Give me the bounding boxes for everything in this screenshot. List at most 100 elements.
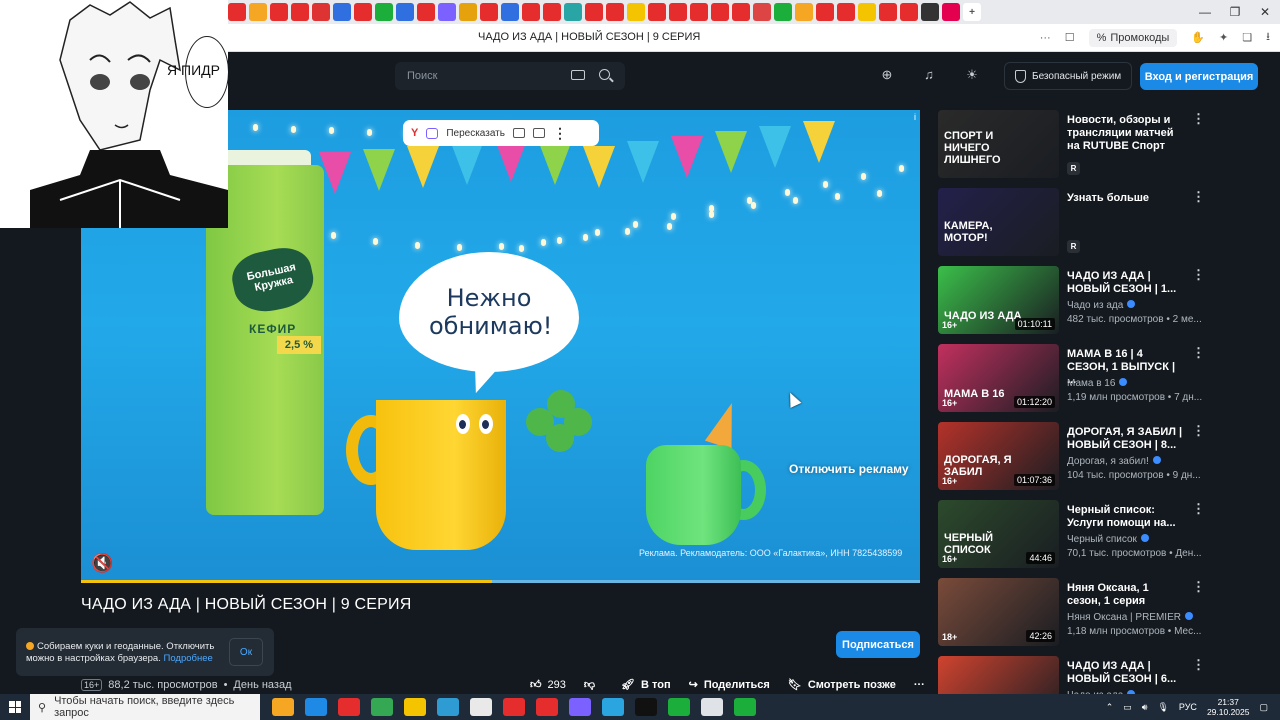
- browser-tab-icon[interactable]: [711, 3, 729, 21]
- browser-tab-icon[interactable]: [900, 3, 918, 21]
- browser-tab-icon[interactable]: [396, 3, 414, 21]
- cookie-ok-button[interactable]: Ок: [229, 638, 263, 666]
- dislike-ext-icon[interactable]: ✋: [1191, 31, 1205, 44]
- recommendation-card[interactable]: ЧАДО ИЗ АДА 16+ 01:10:11 ЧАДО ИЗ АДА | Н…: [938, 266, 1208, 336]
- new-tab-icon[interactable]: +: [963, 3, 981, 21]
- start-button[interactable]: [0, 694, 30, 720]
- taskbar-app-icon[interactable]: [734, 698, 756, 716]
- recommendation-card[interactable]: ЧЕРНЫЙ СПИСОК 16+ 44:46 Черный список: У…: [938, 500, 1208, 570]
- safe-mode-toggle[interactable]: Безопасный режим: [1004, 62, 1133, 90]
- more-icon[interactable]: ···: [1040, 32, 1051, 44]
- taskbar-app-icon[interactable]: [437, 698, 459, 716]
- browser-tab-icon[interactable]: [459, 3, 477, 21]
- extension-icon[interactable]: ✦: [1219, 31, 1228, 44]
- more-vertical-icon[interactable]: ⋮: [1192, 346, 1205, 359]
- recommendation-title[interactable]: Няня Оксана, 1 сезон, 1 серия: [1067, 582, 1185, 608]
- browser-tab-icon[interactable]: [774, 3, 792, 21]
- like-button[interactable]: 👍︎ 293: [530, 678, 566, 692]
- recommendation-card[interactable]: КАМЕРА, МОТОР! Узнать больше R ⋮: [938, 188, 1208, 258]
- taskbar-app-icon[interactable]: [569, 698, 591, 716]
- maximize-icon[interactable]: ❐: [1220, 0, 1250, 24]
- promo-button[interactable]: % Промокоды: [1088, 28, 1178, 47]
- browser-tab-icon[interactable]: [858, 3, 876, 21]
- taskbar-app-icon[interactable]: [272, 698, 294, 716]
- browser-tab-icon[interactable]: [879, 3, 897, 21]
- browser-tab-icon[interactable]: [564, 3, 582, 21]
- more-vertical-icon[interactable]: ⋮: [1192, 268, 1205, 281]
- taskbar-app-icon[interactable]: [503, 698, 525, 716]
- browser-tab-icon[interactable]: [312, 3, 330, 21]
- browser-tab-icon[interactable]: [942, 3, 960, 21]
- browser-tab-icon[interactable]: [585, 3, 603, 21]
- video-thumbnail[interactable]: ЧЕРНЫЙ СПИСОК 16+ 44:46: [938, 500, 1059, 568]
- subtitles-icon[interactable]: [512, 128, 525, 138]
- cookie-more-link[interactable]: Подробнее: [164, 653, 213, 664]
- language-indicator[interactable]: РУС: [1179, 702, 1197, 712]
- retell-button[interactable]: Пересказать: [446, 128, 505, 139]
- recommendation-card[interactable]: МАМА В 16 16+ 01:12:20 МАМА В 16 | 4 СЕЗ…: [938, 344, 1208, 414]
- search-input[interactable]: Поиск: [395, 62, 625, 90]
- subscribe-button[interactable]: Подписаться: [836, 631, 920, 658]
- taskbar-app-icon[interactable]: [635, 698, 657, 716]
- browser-tab-icon[interactable]: [690, 3, 708, 21]
- recommendation-title[interactable]: ЧАДО ИЗ АДА | НОВЫЙ СЕЗОН | 6...: [1067, 660, 1185, 686]
- more-vertical-icon[interactable]: ⋮: [553, 126, 567, 140]
- recommendation-channel[interactable]: Чадо из ада: [1067, 300, 1136, 311]
- browser-tab-icon[interactable]: [837, 3, 855, 21]
- browser-tab-icon[interactable]: [438, 3, 456, 21]
- minimize-icon[interactable]: —: [1190, 0, 1220, 24]
- browser-tab-icon[interactable]: [627, 3, 645, 21]
- share-button[interactable]: ↪ Поделиться: [689, 678, 770, 692]
- upload-icon[interactable]: ⊕: [880, 68, 894, 82]
- video-thumbnail[interactable]: 18+ 42:26: [938, 578, 1059, 646]
- taskbar-app-icon[interactable]: [536, 698, 558, 716]
- browser-tab-icon[interactable]: [333, 3, 351, 21]
- more-vertical-icon[interactable]: ⋮: [1192, 424, 1205, 437]
- recommendation-card[interactable]: 18+ 42:26 Няня Оксана, 1 сезон, 1 серия …: [938, 578, 1208, 648]
- volume-icon[interactable]: 🔊︎: [1142, 702, 1148, 713]
- browser-tab-icon[interactable]: [921, 3, 939, 21]
- recommendation-channel[interactable]: Няня Оксана | PREMIER: [1067, 612, 1193, 623]
- bookmark-icon[interactable]: ☐: [1065, 31, 1075, 44]
- video-thumbnail[interactable]: ДОРОГАЯ, Я ЗАБИЛ 16+ 01:07:36: [938, 422, 1059, 490]
- browser-tab-icon[interactable]: [816, 3, 834, 21]
- recommendation-card[interactable]: СПОРТ И НИЧЕГО ЛИШНЕГО Новости, обзоры и…: [938, 110, 1208, 180]
- pip-icon[interactable]: [532, 128, 545, 138]
- taskbar-search[interactable]: ⚲ Чтобы начать поиск, введите здесь запро…: [30, 694, 260, 720]
- taskbar-app-icon[interactable]: [338, 698, 360, 716]
- notification-icon[interactable]: ▢: [1259, 702, 1268, 713]
- more-vertical-icon[interactable]: ⋮: [1192, 502, 1205, 515]
- browser-tab-icon[interactable]: [669, 3, 687, 21]
- recommendation-card[interactable]: ЧАДО ИЗ АДА | НОВЫЙ СЕЗОН | 6... Чадо из…: [938, 656, 1208, 695]
- tray-chevron-icon[interactable]: ⌃: [1106, 702, 1114, 713]
- keyboard-icon[interactable]: [571, 70, 585, 80]
- video-thumbnail[interactable]: КАМЕРА, МОТОР!: [938, 188, 1059, 256]
- browser-tab-icon[interactable]: [354, 3, 372, 21]
- browser-tab-icon[interactable]: [648, 3, 666, 21]
- browser-tab-icon[interactable]: [501, 3, 519, 21]
- recommendation-channel[interactable]: Мама в 16: [1067, 378, 1128, 389]
- browser-tab-icon[interactable]: [228, 3, 246, 21]
- dislike-button[interactable]: 👎︎: [584, 678, 595, 691]
- browser-tab-icon[interactable]: [753, 3, 771, 21]
- close-icon[interactable]: ✕: [1250, 0, 1280, 24]
- more-actions-button[interactable]: ···: [914, 679, 925, 691]
- video-thumbnail[interactable]: СПОРТ И НИЧЕГО ЛИШНЕГО: [938, 110, 1059, 178]
- page-title[interactable]: ЧАДО ИЗ АДА | НОВЫЙ СЕЗОН | 9 СЕРИЯ: [478, 31, 700, 43]
- taskbar-app-icon[interactable]: [602, 698, 624, 716]
- ad-info-icon[interactable]: i: [914, 112, 916, 122]
- search-icon[interactable]: [599, 69, 610, 80]
- browser-tab-icon[interactable]: [732, 3, 750, 21]
- taskbar-app-icon[interactable]: [701, 698, 723, 716]
- mute-icon[interactable]: 🔇: [91, 553, 113, 573]
- taskbar-app-icon[interactable]: [305, 698, 327, 716]
- recommendation-title[interactable]: Черный список: Услуги помощи на...: [1067, 504, 1185, 530]
- browser-tab-icon[interactable]: [249, 3, 267, 21]
- browser-tab-icon[interactable]: [417, 3, 435, 21]
- more-vertical-icon[interactable]: ⋮: [1192, 658, 1205, 671]
- video-thumbnail[interactable]: ЧАДО ИЗ АДА 16+ 01:10:11: [938, 266, 1059, 334]
- mic-icon[interactable]: 🎙︎: [1157, 702, 1168, 713]
- more-vertical-icon[interactable]: ⋮: [1192, 580, 1205, 593]
- browser-tab-icon[interactable]: [522, 3, 540, 21]
- recommendation-title[interactable]: ДОРОГАЯ, Я ЗАБИЛ | НОВЫЙ СЕЗОН | 8...: [1067, 426, 1185, 452]
